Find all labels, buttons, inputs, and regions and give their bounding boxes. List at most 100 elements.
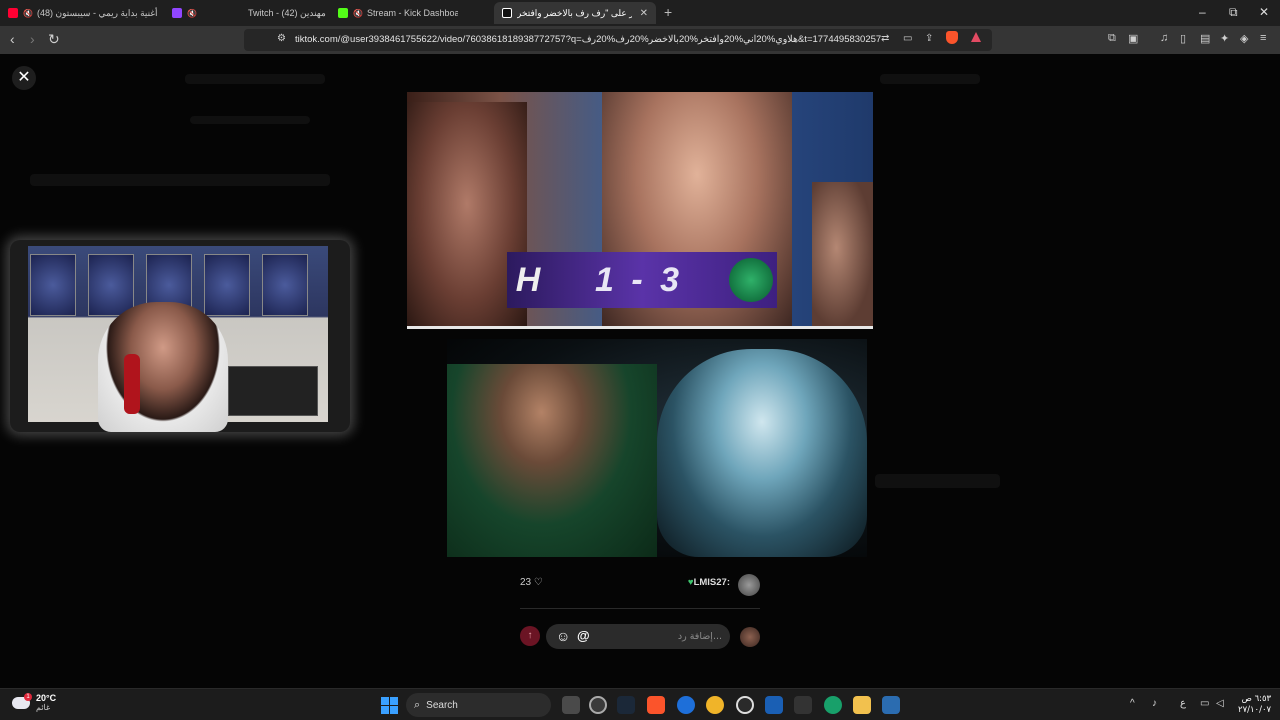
leo-ai-icon[interactable]: ✦ bbox=[1220, 32, 1229, 45]
tiktok-page: ✕ H 1 - 3 23 ♡ ♥LMIS27: ↑ ☺ @ bbox=[0, 54, 1280, 688]
mention-icon[interactable]: @ bbox=[577, 628, 590, 643]
cast-icon[interactable]: ▭ bbox=[903, 33, 912, 44]
store-icon[interactable] bbox=[882, 696, 900, 714]
kick-icon bbox=[338, 8, 348, 18]
microphone-icon[interactable]: ♪ bbox=[1152, 698, 1157, 709]
menu-icon[interactable]: ≡ bbox=[1260, 32, 1266, 44]
app-icon[interactable] bbox=[794, 696, 812, 714]
avatar[interactable] bbox=[738, 574, 760, 596]
share-icon[interactable]: ⇪ bbox=[925, 33, 933, 44]
tab-title: (48) أغنية بداية ريمي - سيبستون bbox=[36, 7, 158, 18]
background-text bbox=[30, 174, 330, 186]
poster bbox=[30, 254, 76, 316]
poster bbox=[262, 254, 308, 316]
trophy bbox=[657, 349, 867, 557]
url-text[interactable]: tiktok.com/@user3938461755622/video/7603… bbox=[295, 34, 881, 45]
site-info-icon[interactable]: ⚙ bbox=[277, 33, 286, 44]
tab-kick[interactable]: 🔇 Stream - Kick Dashboard bbox=[338, 2, 458, 24]
forward-button[interactable]: › bbox=[30, 31, 35, 47]
comment-row: 23 ♡ ♥LMIS27: bbox=[520, 574, 760, 596]
clock-date: ٢٧/١٠/٠٧ bbox=[1238, 705, 1272, 715]
brave-rewards-icon[interactable] bbox=[971, 32, 981, 42]
reply-bar: ↑ ☺ @ bbox=[520, 624, 760, 650]
app-icon[interactable] bbox=[765, 696, 783, 714]
tab-title: Stream - Kick Dashboard bbox=[366, 8, 458, 18]
file-explorer-icon[interactable] bbox=[853, 696, 871, 714]
clock-time: ٦:٥٣ ص bbox=[1241, 694, 1272, 704]
address-bar[interactable]: ⚙ tiktok.com/@user3938461755622/video/76… bbox=[244, 29, 992, 51]
minimize-button[interactable]: – bbox=[1199, 5, 1206, 19]
weather-widget[interactable]: 1 20°C غائم bbox=[12, 693, 56, 713]
task-view-icon[interactable] bbox=[562, 696, 580, 714]
chrome-icon[interactable] bbox=[589, 696, 607, 714]
tab-title: اعثر على "رف رف بالاخضر وافتخر... bbox=[517, 7, 632, 18]
tiktok-icon bbox=[502, 8, 512, 18]
volume-icon[interactable]: ◁ bbox=[1216, 698, 1224, 709]
weather-temp: 20°C bbox=[36, 693, 57, 703]
al-ahli-logo bbox=[729, 258, 773, 302]
sidebar-icon[interactable]: ▯ bbox=[1180, 32, 1186, 45]
wallet-icon[interactable]: ▣ bbox=[1128, 32, 1138, 45]
brave-shields-icon[interactable] bbox=[946, 31, 958, 44]
background-text bbox=[875, 474, 1000, 488]
post-photo-trophy bbox=[447, 339, 867, 557]
clock[interactable]: ٦:٥٣ ص ٢٧/١٠/٠٧ bbox=[1238, 694, 1271, 716]
score-text: 1 - 3 bbox=[594, 260, 684, 299]
obs-icon[interactable] bbox=[736, 696, 754, 714]
send-button[interactable]: ↑ bbox=[520, 626, 540, 646]
notification-badge: 1 bbox=[24, 693, 32, 701]
translate-icon[interactable]: ⇄ bbox=[881, 33, 889, 44]
webcam-background bbox=[28, 246, 328, 432]
keyboard-instrument bbox=[228, 366, 318, 416]
media-icon[interactable]: ♫ bbox=[1160, 32, 1168, 44]
tab-title: Twitch - (42) مهندين bbox=[248, 7, 326, 18]
comment-likes[interactable]: 23 ♡ bbox=[520, 577, 543, 588]
app-icon[interactable] bbox=[824, 696, 842, 714]
background-text bbox=[185, 74, 325, 84]
close-post-button[interactable]: ✕ bbox=[12, 66, 36, 90]
streamer bbox=[98, 302, 228, 432]
weather-condition: غائم bbox=[36, 703, 51, 712]
app-icon[interactable] bbox=[706, 696, 724, 714]
restore-button[interactable]: ⧉ bbox=[1229, 5, 1238, 20]
muted-speaker-icon[interactable]: 🔇 bbox=[187, 9, 197, 18]
new-tab-button[interactable]: + bbox=[664, 4, 672, 20]
comment-username[interactable]: ♥LMIS27: bbox=[688, 577, 730, 588]
app-icon[interactable] bbox=[677, 696, 695, 714]
muted-speaker-icon[interactable]: 🔇 bbox=[353, 9, 363, 18]
vpn-icon[interactable]: ◈ bbox=[1240, 32, 1248, 45]
player-with-sunglasses bbox=[447, 364, 657, 557]
tab-twitch-pinned[interactable]: 🔇 bbox=[172, 2, 202, 24]
start-button[interactable] bbox=[381, 697, 398, 714]
tab-close-icon[interactable]: ✕ bbox=[632, 8, 648, 19]
taskbar: 1 20°C غائم ⌕ Search ^ ♪ ع ▭ ◁ ٦:٥٣ ص ٢٧… bbox=[0, 688, 1280, 720]
tab-twitch[interactable]: Twitch - (42) مهندين bbox=[248, 2, 328, 24]
twitch-icon bbox=[172, 8, 182, 18]
close-window-button[interactable]: ✕ bbox=[1259, 5, 1269, 19]
emoji-icon[interactable]: ☺ bbox=[556, 628, 570, 644]
webcam-overlay bbox=[10, 240, 350, 432]
back-button[interactable]: ‹ bbox=[10, 31, 15, 47]
network-icon[interactable]: ▭ bbox=[1200, 698, 1209, 709]
tab-youtube[interactable]: 🔇 (48) أغنية بداية ريمي - سيبستون bbox=[8, 2, 166, 24]
muted-speaker-icon[interactable]: 🔇 bbox=[23, 9, 33, 18]
fan-face bbox=[812, 182, 873, 328]
username-text: LMIS27: bbox=[693, 577, 730, 588]
language-indicator[interactable]: ع bbox=[1180, 698, 1186, 709]
heart-icon[interactable]: ♡ bbox=[534, 577, 543, 588]
extensions-icon[interactable]: ⧉ bbox=[1108, 32, 1116, 45]
tab-strip: 🔇 (48) أغنية بداية ريمي - سيبستون 🔇 Twit… bbox=[0, 0, 1280, 26]
steam-icon[interactable] bbox=[617, 696, 635, 714]
wallet-2-icon[interactable]: ▤ bbox=[1200, 32, 1210, 45]
taskbar-search[interactable]: ⌕ Search bbox=[406, 693, 551, 717]
tab-tiktok-active[interactable]: اعثر على "رف رف بالاخضر وافتخر... ✕ bbox=[494, 2, 656, 24]
brave-icon[interactable] bbox=[647, 696, 665, 714]
search-icon: ⌕ bbox=[414, 698, 421, 711]
youtube-icon bbox=[8, 8, 18, 18]
reply-input[interactable] bbox=[546, 624, 730, 649]
poster bbox=[88, 254, 134, 316]
reload-button[interactable]: ↻ bbox=[48, 31, 60, 48]
chevron-up-icon[interactable]: ^ bbox=[1130, 698, 1135, 709]
avatar bbox=[740, 627, 760, 647]
photo-divider bbox=[407, 326, 873, 329]
